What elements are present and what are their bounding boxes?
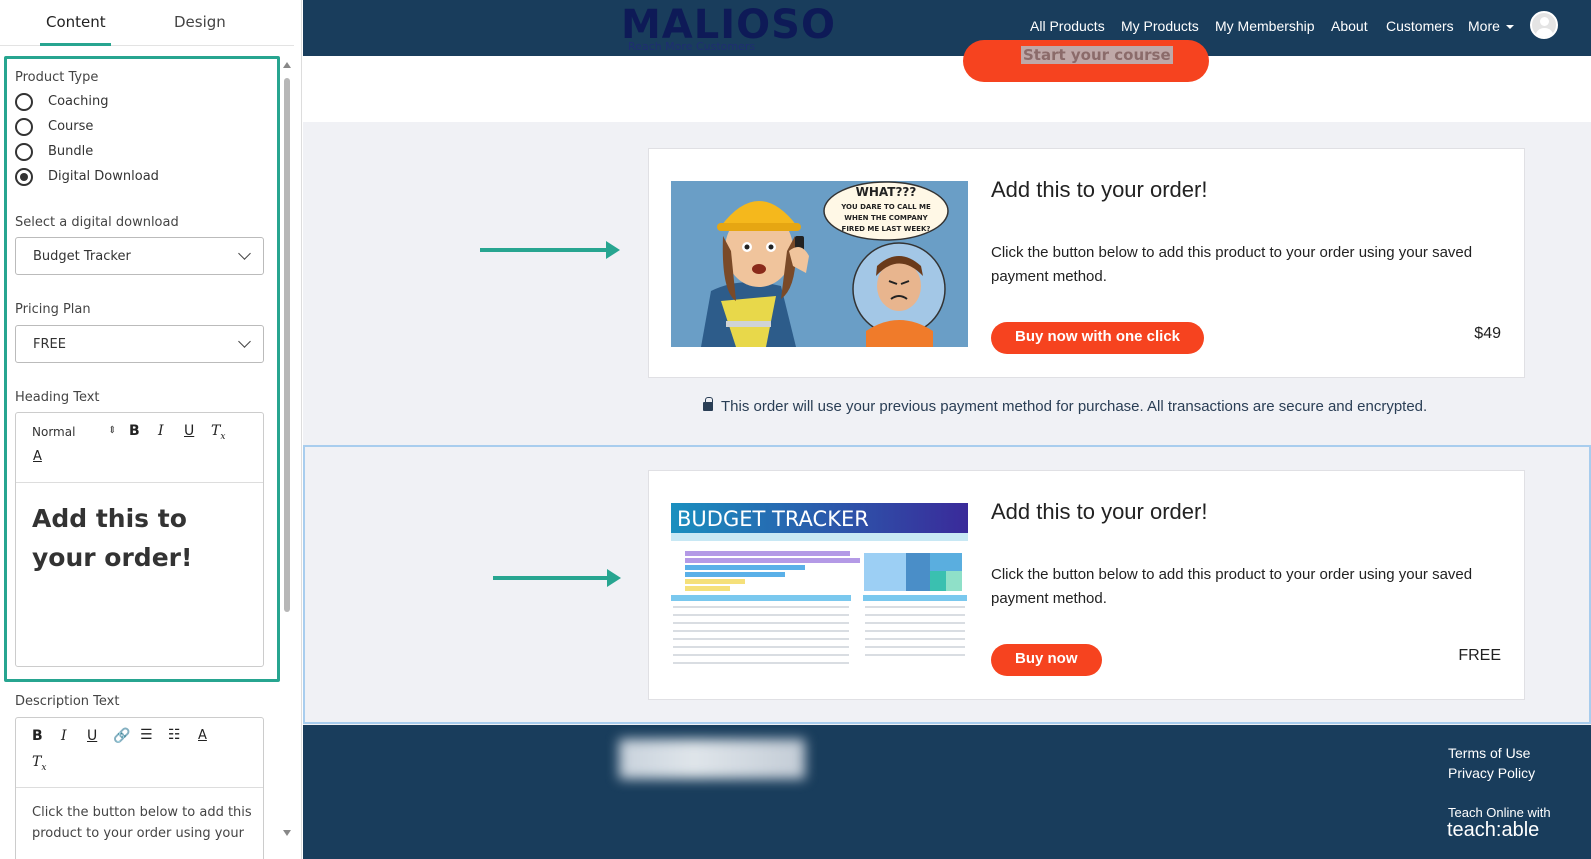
terms-of-use-link[interactable]: Terms of Use [1448, 745, 1530, 761]
pricing-plan-select[interactable]: FREE [15, 325, 264, 363]
heading-text-content[interactable]: Add this to your order! [32, 499, 247, 577]
card-title: Add this to your order! [991, 499, 1208, 524]
digital-download-select[interactable]: Budget Tracker [15, 237, 264, 275]
underline-icon[interactable]: U [87, 728, 97, 744]
nav-about[interactable]: About [1331, 18, 1368, 34]
caret-down-icon[interactable] [1506, 25, 1514, 29]
link-icon[interactable]: 🔗 [113, 728, 130, 744]
active-tab-indicator [40, 43, 111, 46]
text-color-icon[interactable]: A [33, 449, 42, 464]
start-course-button[interactable]: Start your course [963, 40, 1209, 82]
lock-icon [703, 397, 713, 411]
radio-circle[interactable] [15, 93, 33, 111]
card-price: $49 [1474, 325, 1501, 342]
card-price: FREE [1458, 647, 1501, 664]
description-text-editor[interactable]: B I U 🔗 ☰ ☷ A Tx Click the button below … [15, 717, 264, 859]
editor-sidebar: Content Design Product Type Coaching Cou… [0, 0, 302, 859]
card-description: Click the button below to add this produ… [991, 244, 1473, 285]
comic-bubble-text: WHAT??? [856, 185, 917, 199]
sidebar-scrollbar[interactable] [283, 60, 291, 840]
description-text-content[interactable]: Click the button below to add this produ… [32, 802, 254, 844]
format-select[interactable]: Normal [32, 425, 75, 439]
chevron-down-icon [238, 335, 251, 348]
svg-text:YOU DARE TO CALL ME: YOU DARE TO CALL ME [840, 203, 931, 211]
underline-icon[interactable]: U [184, 423, 194, 439]
nav-customers[interactable]: Customers [1386, 18, 1454, 34]
annotation-arrow-icon [493, 569, 621, 587]
secure-notice: This order will use your previous paymen… [721, 398, 1428, 415]
description-toolbar: B I U 🔗 ☰ ☷ A Tx [16, 718, 263, 788]
logo-tagline: Reach More Customers [628, 40, 756, 53]
card-description: Click the button below to add this produ… [991, 566, 1473, 607]
format-select-arrows-icon[interactable]: ⇕ [108, 425, 116, 436]
budget-tracker-thumbnail: BUDGET TRACKER [671, 503, 968, 669]
pricing-plan-label: Pricing Plan [15, 302, 91, 317]
radio-circle[interactable] [15, 118, 33, 136]
select-value: Budget Tracker [33, 249, 131, 264]
description-text-label: Description Text [15, 694, 120, 709]
numbered-list-icon[interactable]: ☷ [168, 727, 181, 743]
bold-icon[interactable]: B [32, 728, 43, 744]
nav-all-products[interactable]: All Products [1030, 18, 1105, 34]
text-color-icon[interactable]: A [198, 728, 207, 743]
select-value: FREE [33, 337, 66, 352]
buy-now-button[interactable]: Buy now [991, 644, 1102, 676]
italic-icon[interactable]: I [61, 728, 67, 744]
sidebar-tabs: Content Design [0, 0, 294, 46]
scrollbar-thumb[interactable] [284, 78, 290, 612]
site-header: MALIOSO Reach More Customers All Product… [303, 0, 1591, 56]
upsell-card-1: WHAT??? YOU DARE TO CALL ME WHEN THE COM… [648, 148, 1525, 378]
heading-text-editor[interactable]: Normal ⇕ B I U Tx A Add this to your ord… [15, 412, 264, 667]
course-cta-section: Start your course [303, 40, 1591, 122]
heading-toolbar: Normal ⇕ B I U Tx A [16, 413, 263, 483]
clear-format-icon[interactable]: Tx [32, 754, 46, 773]
scroll-down-icon[interactable] [283, 830, 291, 836]
italic-icon[interactable]: I [158, 423, 164, 439]
radio-label: Course [48, 119, 94, 134]
radio-circle-checked[interactable] [15, 168, 33, 186]
chevron-down-icon [238, 247, 251, 260]
nav-my-products[interactable]: My Products [1121, 18, 1199, 34]
heading-text-label: Heading Text [15, 390, 100, 405]
privacy-policy-link[interactable]: Privacy Policy [1448, 765, 1535, 781]
clear-format-icon[interactable]: Tx [211, 423, 225, 442]
annotation-arrow-icon [480, 241, 620, 259]
tab-design[interactable]: Design [174, 13, 226, 31]
site-footer: Terms of Use Privacy Policy Teach Online… [303, 725, 1591, 859]
product-type-label: Product Type [15, 70, 99, 85]
comic-illustration: WHAT??? YOU DARE TO CALL ME WHEN THE COM… [671, 181, 968, 347]
bullet-list-icon[interactable]: ☰ [140, 727, 153, 743]
blurred-copyright [619, 739, 805, 779]
bold-icon[interactable]: B [129, 423, 140, 439]
product-image-budget-tracker: BUDGET TRACKER [671, 503, 968, 669]
radio-label: Digital Download [48, 169, 159, 184]
radio-label: Bundle [48, 144, 94, 159]
upsell-card-2: BUDGET TRACKER Add this to your order! C… [648, 470, 1525, 700]
radio-label: Coaching [48, 94, 109, 109]
product-image-comic: WHAT??? YOU DARE TO CALL ME WHEN THE COM… [671, 181, 968, 347]
teach-online-text: Teach Online with [1448, 805, 1551, 820]
nav-more[interactable]: More [1468, 18, 1500, 34]
svg-text:FIRED ME LAST WEEK?: FIRED ME LAST WEEK? [842, 225, 931, 233]
tab-content[interactable]: Content [46, 13, 106, 31]
teachable-logo[interactable]: teach:able [1447, 819, 1539, 842]
card-title: Add this to your order! [991, 177, 1208, 202]
budget-tracker-title: BUDGET TRACKER [677, 507, 869, 531]
start-course-label: Start your course [1021, 46, 1173, 64]
scroll-up-icon[interactable] [283, 62, 291, 68]
user-avatar-icon[interactable] [1530, 11, 1558, 39]
radio-circle[interactable] [15, 143, 33, 161]
buy-now-one-click-button[interactable]: Buy now with one click [991, 322, 1205, 354]
nav-my-membership[interactable]: My Membership [1215, 18, 1315, 34]
svg-text:WHEN THE COMPANY: WHEN THE COMPANY [844, 214, 928, 222]
select-download-label: Select a digital download [15, 215, 179, 230]
